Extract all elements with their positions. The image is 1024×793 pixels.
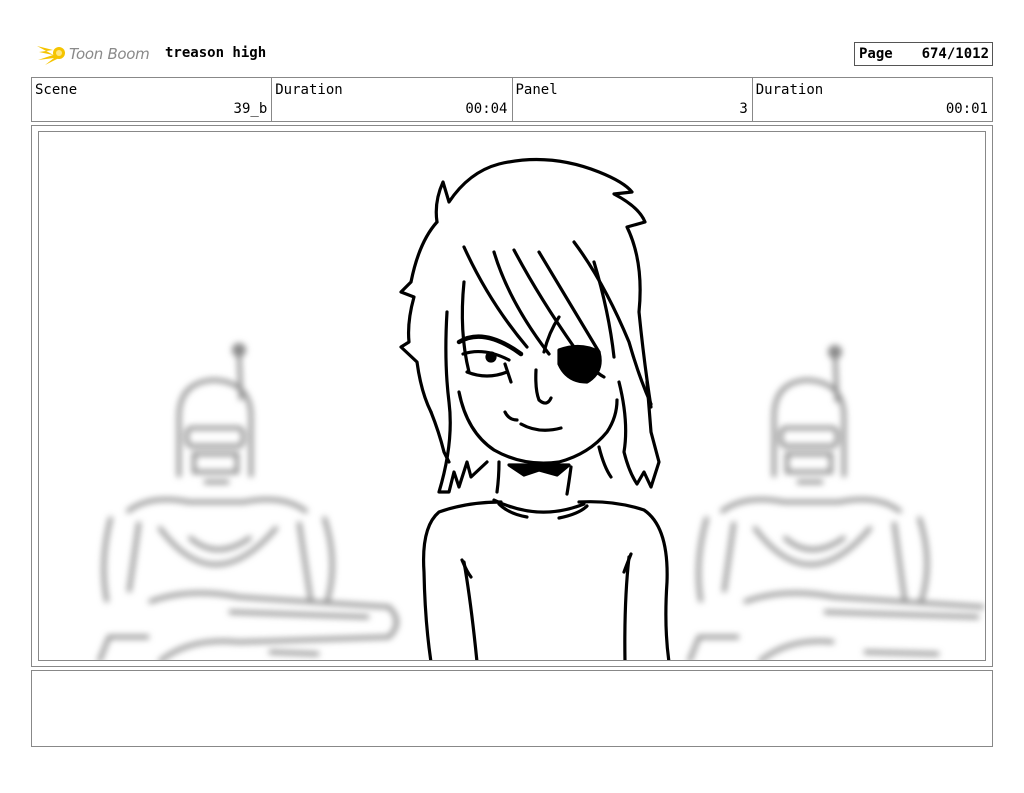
panel-duration-cell: Duration 00:01 (753, 78, 992, 121)
panel-cell: Panel 3 (513, 78, 753, 121)
panel-info-row: Scene 39_b Duration 00:04 Panel 3 Durati… (31, 77, 993, 122)
page-label: Page (859, 46, 893, 62)
robot-left (97, 343, 399, 660)
panel-frame (31, 125, 993, 667)
robot-right (687, 345, 985, 660)
starburst-icon (37, 46, 65, 65)
panel-value: 3 (739, 101, 748, 117)
panel-notes (31, 670, 993, 747)
panel-image (38, 131, 986, 661)
scene-duration-value: 00:04 (465, 101, 508, 117)
page-header: Toon Boom treason high Page 674/1012 (31, 36, 993, 70)
logo-text: Toon Boom (69, 45, 150, 63)
storyboard-drawing (97, 157, 985, 660)
scene-duration-label: Duration (275, 82, 343, 98)
page-number: 674/1012 (921, 46, 989, 62)
page-indicator: Page 674/1012 (854, 42, 993, 66)
toon-boom-logo: Toon Boom (33, 38, 157, 68)
scene-duration-cell: Duration 00:04 (272, 78, 513, 121)
scene-value: 39_b (233, 101, 268, 117)
character-sketch (399, 157, 671, 660)
scene-label: Scene (35, 82, 78, 98)
panel-duration-value: 00:01 (945, 101, 988, 117)
project-title: treason high (165, 45, 267, 61)
panel-duration-label: Duration (755, 82, 824, 98)
scene-cell: Scene 39_b (32, 78, 273, 121)
panel-label: Panel (515, 82, 558, 98)
